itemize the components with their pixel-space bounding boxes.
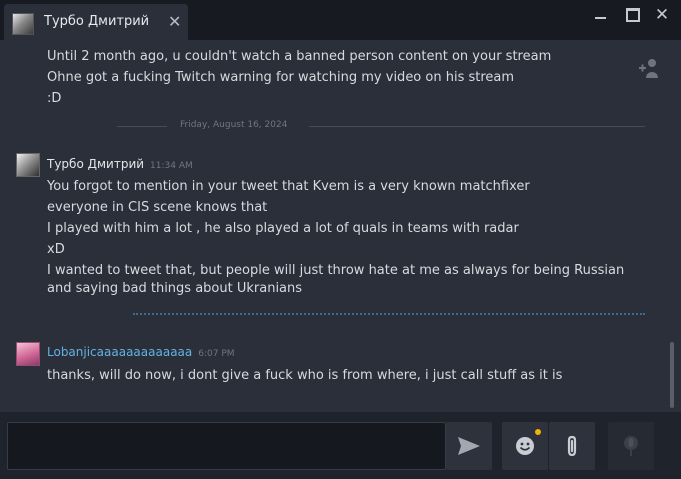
message-line: thanks, will do now, i dont give a fuck … [47, 368, 563, 383]
close-tab-icon[interactable]: ✕ [168, 12, 181, 31]
chat-history[interactable]: Until 2 month ago, u couldn't watch a ba… [0, 40, 681, 412]
message-timestamp: 6:07 PM [198, 349, 235, 359]
send-button[interactable] [446, 422, 492, 470]
attach-button[interactable] [549, 422, 595, 470]
avatar[interactable] [16, 342, 40, 366]
microphone-icon [624, 436, 638, 456]
maximize-button[interactable] [622, 6, 642, 24]
message-line: everyone in CIS scene knows that [47, 200, 268, 215]
chat-tab[interactable]: Турбо Дмитрий ✕ [4, 4, 188, 40]
sender-name[interactable]: Турбо Дмитрий [47, 157, 144, 171]
minimize-button[interactable] [590, 6, 610, 24]
emoji-icon [516, 437, 534, 455]
emoji-button[interactable] [502, 422, 548, 470]
message-timestamp: 11:34 AM [150, 161, 193, 171]
close-window-button[interactable]: ✕ [652, 6, 672, 24]
message-line: Ohne got a fucking Twitch warning for wa… [47, 70, 515, 85]
message-line: :D [47, 91, 62, 106]
message-header: Турбо Дмитрий 11:34 AM [47, 157, 193, 172]
tab-title: Турбо Дмитрий [44, 14, 150, 29]
message-line: xD [47, 242, 65, 257]
message-line: I wanted to tweet that, but people will … [47, 263, 625, 278]
title-bar: Турбо Дмитрий ✕ ✕ [0, 0, 681, 40]
tab-avatar [12, 13, 34, 35]
message-line: I played with him a lot , he also played… [47, 221, 519, 236]
new-messages-divider [133, 313, 645, 315]
sender-name[interactable]: Lobanjicaaaaaaaaaaaaa [47, 345, 192, 359]
date-divider-label: Friday, August 16, 2024 [174, 120, 294, 130]
date-divider: Friday, August 16, 2024 [47, 119, 645, 133]
message-line: You forgot to mention in your tweet that… [47, 179, 530, 194]
avatar[interactable] [16, 153, 40, 177]
message-input[interactable] [7, 422, 446, 470]
composer [0, 412, 681, 479]
message-line: and saying bad things about Ukranians [47, 281, 303, 296]
scrollbar[interactable] [670, 342, 674, 408]
paperclip-icon [567, 435, 577, 457]
send-icon [458, 437, 480, 455]
add-friend-icon[interactable] [638, 57, 660, 79]
message-line: Until 2 month ago, u couldn't watch a ba… [47, 49, 552, 64]
voice-button[interactable] [608, 422, 654, 470]
message-header: Lobanjicaaaaaaaaaaaaa 6:07 PM [47, 345, 235, 360]
notification-dot [535, 429, 541, 435]
